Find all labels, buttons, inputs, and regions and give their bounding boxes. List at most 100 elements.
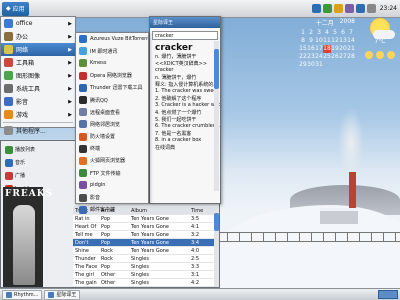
submenu-item[interactable]: Azureus Vuze BitTorrent [76, 33, 148, 45]
calendar-day[interactable]: 4 [323, 29, 331, 37]
start-menu-item[interactable]: 工具箱 ▶ [1, 56, 75, 69]
source-icon [5, 158, 13, 167]
track-row[interactable]: The Face Pop Singles 3:3 [73, 263, 219, 271]
submenu-item-label: 火狐网页浏览器 [90, 158, 126, 165]
track-list-scrollbar[interactable] [214, 207, 219, 287]
calendar-day[interactable]: 15 [299, 45, 307, 53]
start-menu-item[interactable]: 游戏 ▶ [1, 108, 75, 121]
column-header-time[interactable]: Time [191, 208, 211, 214]
task-button-rhythmbox[interactable]: Rhythm... [2, 289, 43, 300]
player-source-item[interactable]: 播放列表 [3, 143, 43, 156]
calendar-day[interactable]: 31 [315, 61, 323, 69]
tray-icon[interactable] [322, 4, 332, 13]
track-row[interactable]: Tell me Pop Ten Years Gone 3:2 [73, 231, 219, 239]
track-album: Ten Years Gone [131, 223, 169, 230]
calendar-day[interactable]: 21 [347, 45, 355, 53]
track-row[interactable]: Heart Of Pop Ten Years Gone 4:1 [73, 223, 219, 231]
calendar-day[interactable]: 12 [331, 37, 339, 45]
tray-icon[interactable] [344, 4, 354, 13]
calendar-day[interactable]: 24 [315, 53, 323, 61]
start-menu-item[interactable]: 系统工具 ▶ [1, 82, 75, 95]
submenu-item[interactable]: 防火墙设置 [76, 131, 148, 143]
task-button-dictionary[interactable]: 星际译王 [44, 289, 81, 300]
calendar-day[interactable]: 18 [323, 45, 331, 53]
calendar-day[interactable]: 29 [299, 61, 307, 69]
track-row[interactable]: Rat in Pop Ten Years Gone 3:5 [73, 215, 219, 223]
submenu-item[interactable]: Thunder 迅雷下载工具 [76, 82, 148, 94]
track-artist: Other [101, 279, 116, 286]
track-row[interactable]: The girl Other Singles 3:1 [73, 271, 219, 279]
player-source-item[interactable]: 音乐 [3, 156, 43, 169]
submenu-item[interactable]: 影音 [76, 191, 148, 203]
calendar-day[interactable]: 6 [339, 29, 347, 37]
submenu-item[interactable]: 邮件客户端 [76, 204, 148, 216]
calendar-grid: 1 2 3 4 5 6 7 8 9 10 11 12 13 14 15 16 17 18 19 20 21 22 23 24 2… [299, 29, 359, 69]
tray-icon[interactable] [366, 4, 376, 13]
submenu-item[interactable]: Kmess [76, 57, 148, 69]
track-row[interactable]: The gain Other Singles 4:2 [73, 279, 219, 287]
calendar-day[interactable]: 1 [299, 29, 307, 37]
tray-icon[interactable] [333, 4, 343, 13]
calendar-day[interactable]: 11 [323, 37, 331, 45]
submenu-item[interactable]: pidgin [76, 179, 148, 191]
submenu-item[interactable]: FTP 文件传输 [76, 167, 148, 179]
album-cover-title: FREAKS [5, 189, 54, 199]
start-menu-item[interactable]: 网络 ▶ [1, 43, 75, 56]
submenu-item[interactable]: IM 即时通讯 [76, 45, 148, 57]
calendar-day[interactable]: 14 [347, 37, 355, 45]
player-source-label: 播放列表 [15, 147, 36, 153]
start-menu-item[interactable]: 图形图像 ▶ [1, 69, 75, 82]
track-album: Singles [131, 263, 149, 270]
calendar-day[interactable]: 20 [339, 45, 347, 53]
scrollbar-thumb[interactable] [214, 213, 219, 231]
wallpaper-smoke [338, 108, 364, 178]
calendar-day[interactable]: 27 [339, 53, 347, 61]
calendar-day[interactable]: 23 [307, 53, 315, 61]
submenu-item[interactable]: 火狐网页浏览器 [76, 155, 148, 167]
start-menu-item[interactable]: 其他程序... [1, 124, 75, 137]
dictionary-scrollbar[interactable] [214, 41, 219, 191]
chevron-right-icon: ▶ [68, 59, 72, 66]
submenu-item-label: Thunder 迅雷下载工具 [90, 85, 143, 92]
submenu-item[interactable]: 远程桌面查看 [76, 106, 148, 118]
calendar-day[interactable]: 30 [307, 61, 315, 69]
calendar-day[interactable]: 22 [299, 53, 307, 61]
app-icon [79, 144, 87, 153]
calendar-day[interactable]: 26 [331, 53, 339, 61]
start-menu-item[interactable]: office ▶ [1, 17, 75, 30]
submenu-item[interactable]: Opera 网络浏览器 [76, 70, 148, 82]
applications-menu-button[interactable]: ◆ 应用 [2, 1, 29, 16]
submenu-item[interactable]: 腾讯QQ [76, 94, 148, 106]
tray-icon[interactable] [355, 4, 365, 13]
track-row[interactable]: Shine Rock Ten Years Gone 4:0 [73, 247, 219, 255]
calendar-day[interactable]: 17 [315, 45, 323, 53]
calendar-day[interactable]: 8 [299, 37, 307, 45]
calendar-day[interactable]: 19 [331, 45, 339, 53]
start-menu-item[interactable]: 办公 ▶ [1, 30, 75, 43]
calendar-day[interactable]: 28 [347, 53, 355, 61]
submenu-item[interactable]: 终端 [76, 143, 148, 155]
start-menu-item[interactable]: 影音 ▶ [1, 95, 75, 108]
calendar-day[interactable]: 13 [339, 37, 347, 45]
calendar-day[interactable]: 7 [347, 29, 355, 37]
calendar-day[interactable]: 5 [331, 29, 339, 37]
scrollbar-thumb[interactable] [214, 49, 219, 89]
calendar-day[interactable]: 10 [315, 37, 323, 45]
track-row[interactable]: Don't Pop Ten Years Gone 3:4 [73, 239, 219, 247]
dictionary-titlebar[interactable]: 星际译王 [150, 17, 220, 28]
track-row[interactable]: Thunder Rock Singles 2:5 [73, 255, 219, 263]
calendar-day[interactable]: 9 [307, 37, 315, 45]
calendar-day[interactable]: 16 [307, 45, 315, 53]
tray-icon[interactable] [311, 4, 321, 13]
chevron-right-icon: ▶ [68, 33, 72, 40]
track-artist: Rock [101, 247, 113, 254]
calendar-day[interactable]: 2 [307, 29, 315, 37]
submenu-item[interactable]: 网络邻居浏览 [76, 118, 148, 130]
clock[interactable]: 23:24 [380, 5, 397, 12]
dictionary-search-input[interactable]: cracker [152, 31, 218, 40]
workspace-switcher[interactable] [378, 290, 398, 299]
calendar-day[interactable]: 3 [315, 29, 323, 37]
calendar-day[interactable]: 25 [323, 53, 331, 61]
player-source-item[interactable]: 广播 [3, 169, 43, 182]
track-time: 3:2 [191, 231, 200, 238]
